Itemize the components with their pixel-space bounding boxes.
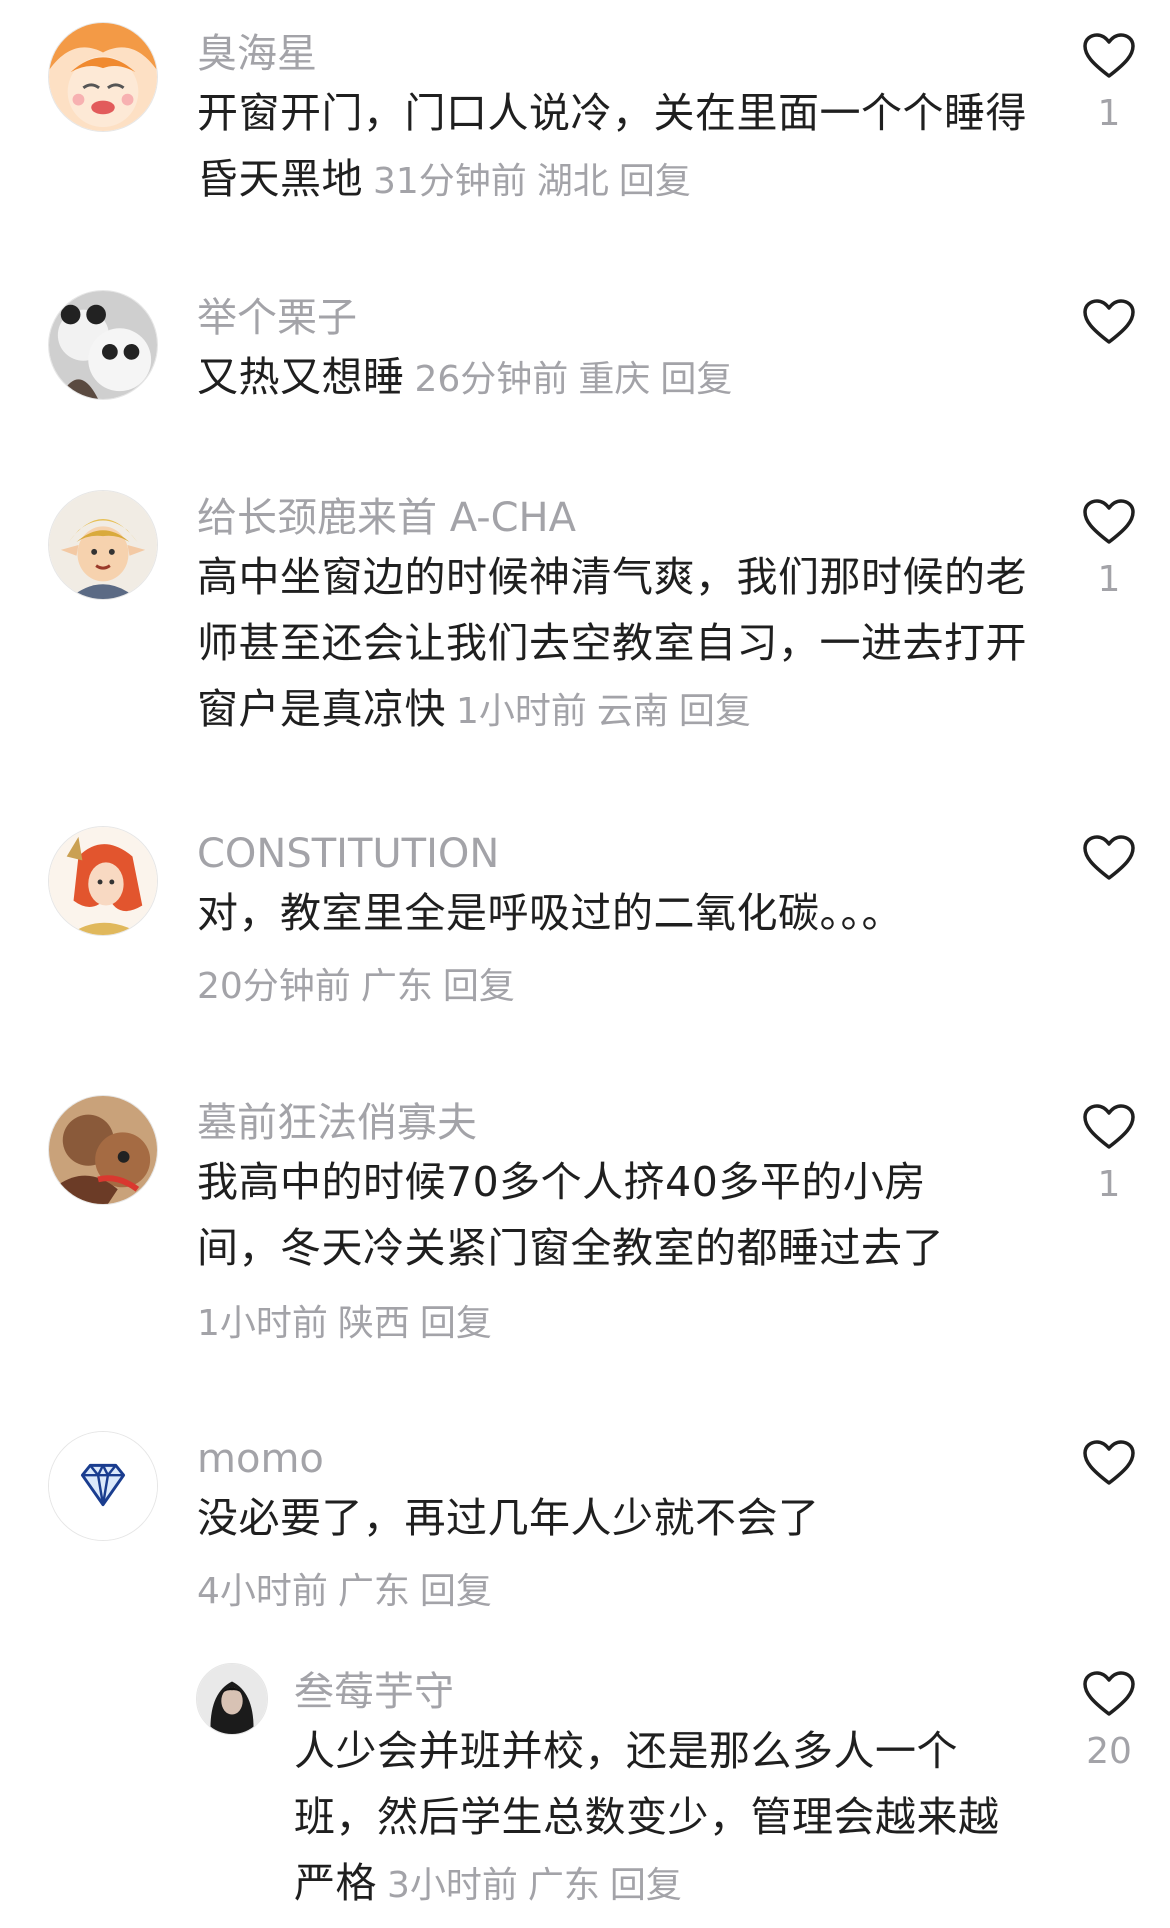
comment-body: 人少会并班并校，还是那么多人一个班，然后学生总数变少，管理会越来越严格 3小时前广…	[294, 1718, 1014, 1919]
reply-button[interactable]: 回复	[610, 1865, 682, 1906]
like-count: 1	[1097, 1164, 1121, 1205]
comment-body: 高中坐窗边的时候神清气爽，我们那时候的老师甚至还会让我们去空教室自习，一进去打开…	[197, 544, 1037, 745]
reply-button[interactable]: 回复	[660, 359, 732, 400]
reply-button[interactable]: 回复	[443, 966, 515, 1007]
like-button[interactable]: 20	[1059, 1670, 1159, 1774]
comment-text: 我高中的时候70多个人挤40多平的小房间，冬天冷关紧门窗全教室的都睡过去了	[197, 1158, 944, 1272]
reply-button[interactable]: 回复	[420, 1303, 492, 1344]
comment-body: 我高中的时候70多个人挤40多平的小房间，冬天冷关紧门窗全教室的都睡过去了	[197, 1149, 997, 1281]
reply-button[interactable]: 回复	[420, 1571, 492, 1612]
comment-time: 31分钟前	[373, 161, 527, 202]
avatar[interactable]	[48, 290, 158, 400]
like-count: 1	[1097, 559, 1121, 600]
heart-outline-icon	[1083, 33, 1135, 78]
comment-time: 3小时前	[387, 1865, 518, 1906]
comment-time: 1小时前	[456, 691, 587, 732]
anime-avatar-icon	[49, 23, 157, 131]
like-count: 20	[1086, 1731, 1132, 1772]
comment-text: 开窗开门，门口人说冷，关在里面一个个睡得昏天黑地	[197, 89, 1027, 203]
comment-time: 1小时前	[197, 1303, 328, 1344]
diamond-avatar-icon	[49, 1432, 157, 1540]
comment-meta: 1小时前 陕西 回复	[197, 1299, 492, 1349]
like-button[interactable]	[1059, 834, 1159, 894]
heart-outline-icon	[1083, 1671, 1135, 1716]
comment-username[interactable]: 叁莓芋守	[294, 1664, 454, 1720]
comment-username[interactable]: 墓前狂法俏寡夫	[197, 1095, 477, 1151]
heart-outline-icon	[1083, 499, 1135, 544]
reply-button[interactable]: 回复	[679, 691, 751, 732]
avatar[interactable]	[48, 826, 158, 936]
comment-meta: 4小时前 广东 回复	[197, 1567, 492, 1617]
avatar[interactable]	[48, 1431, 158, 1541]
comment-body: 又热又想睡 26分钟前 重庆 回复	[197, 344, 1037, 413]
like-button[interactable]	[1059, 298, 1159, 358]
comment-location: 重庆	[578, 359, 651, 400]
reply-button[interactable]: 回复	[619, 161, 691, 202]
comment-location: 广东	[337, 1571, 410, 1612]
heart-outline-icon	[1083, 1440, 1135, 1485]
like-button[interactable]: 1	[1059, 498, 1159, 602]
comment-username[interactable]: momo	[197, 1431, 324, 1487]
avatar[interactable]	[196, 1663, 268, 1735]
comment-time: 4小时前	[197, 1571, 328, 1612]
heart-outline-icon	[1083, 299, 1135, 344]
comment-location: 云南	[596, 691, 669, 732]
panda-avatar-icon	[49, 291, 157, 399]
anime-character-avatar-icon	[49, 827, 157, 935]
avatar[interactable]	[48, 1095, 158, 1205]
comment-body: 没必要了，再过几年人少就不会了	[197, 1485, 1037, 1551]
comment-body: 开窗开门，门口人说冷，关在里面一个个睡得昏天黑地 31分钟前 湖北 回复	[197, 80, 1037, 215]
cartoon-cat-avatar-icon	[49, 1096, 157, 1204]
comment-location: 陕西	[337, 1303, 410, 1344]
like-count: 1	[1097, 93, 1121, 134]
comment-username[interactable]: 臭海星	[197, 26, 317, 82]
like-button[interactable]: 1	[1059, 1103, 1159, 1207]
comment-username[interactable]: 举个栗子	[197, 290, 357, 346]
heart-outline-icon	[1083, 1104, 1135, 1149]
elf-avatar-icon	[49, 491, 157, 599]
comment-time: 26分钟前	[414, 359, 569, 400]
comment-location: 广东	[527, 1865, 600, 1906]
comment-body: 对，教室里全是呼吸过的二氧化碳。。。	[197, 880, 1037, 946]
avatar[interactable]	[48, 490, 158, 600]
comment-location: 湖北	[536, 161, 609, 202]
comment-text: 对，教室里全是呼吸过的二氧化碳。。。	[197, 889, 903, 937]
comment-username[interactable]: 给长颈鹿来首 A-CHA	[197, 490, 576, 546]
comment-text: 没必要了，再过几年人少就不会了	[197, 1494, 820, 1542]
like-button[interactable]: 1	[1059, 32, 1159, 136]
heart-outline-icon	[1083, 835, 1135, 880]
like-button[interactable]	[1059, 1439, 1159, 1499]
comment-time: 20分钟前	[197, 966, 351, 1007]
person-photo-avatar-icon	[197, 1664, 267, 1734]
comment-username[interactable]: CONSTITUTION	[197, 826, 499, 882]
comment-meta: 20分钟前 广东 回复	[197, 962, 515, 1012]
comment-text: 又热又想睡	[197, 353, 405, 401]
avatar[interactable]	[48, 22, 158, 132]
comment-location: 广东	[360, 966, 433, 1007]
